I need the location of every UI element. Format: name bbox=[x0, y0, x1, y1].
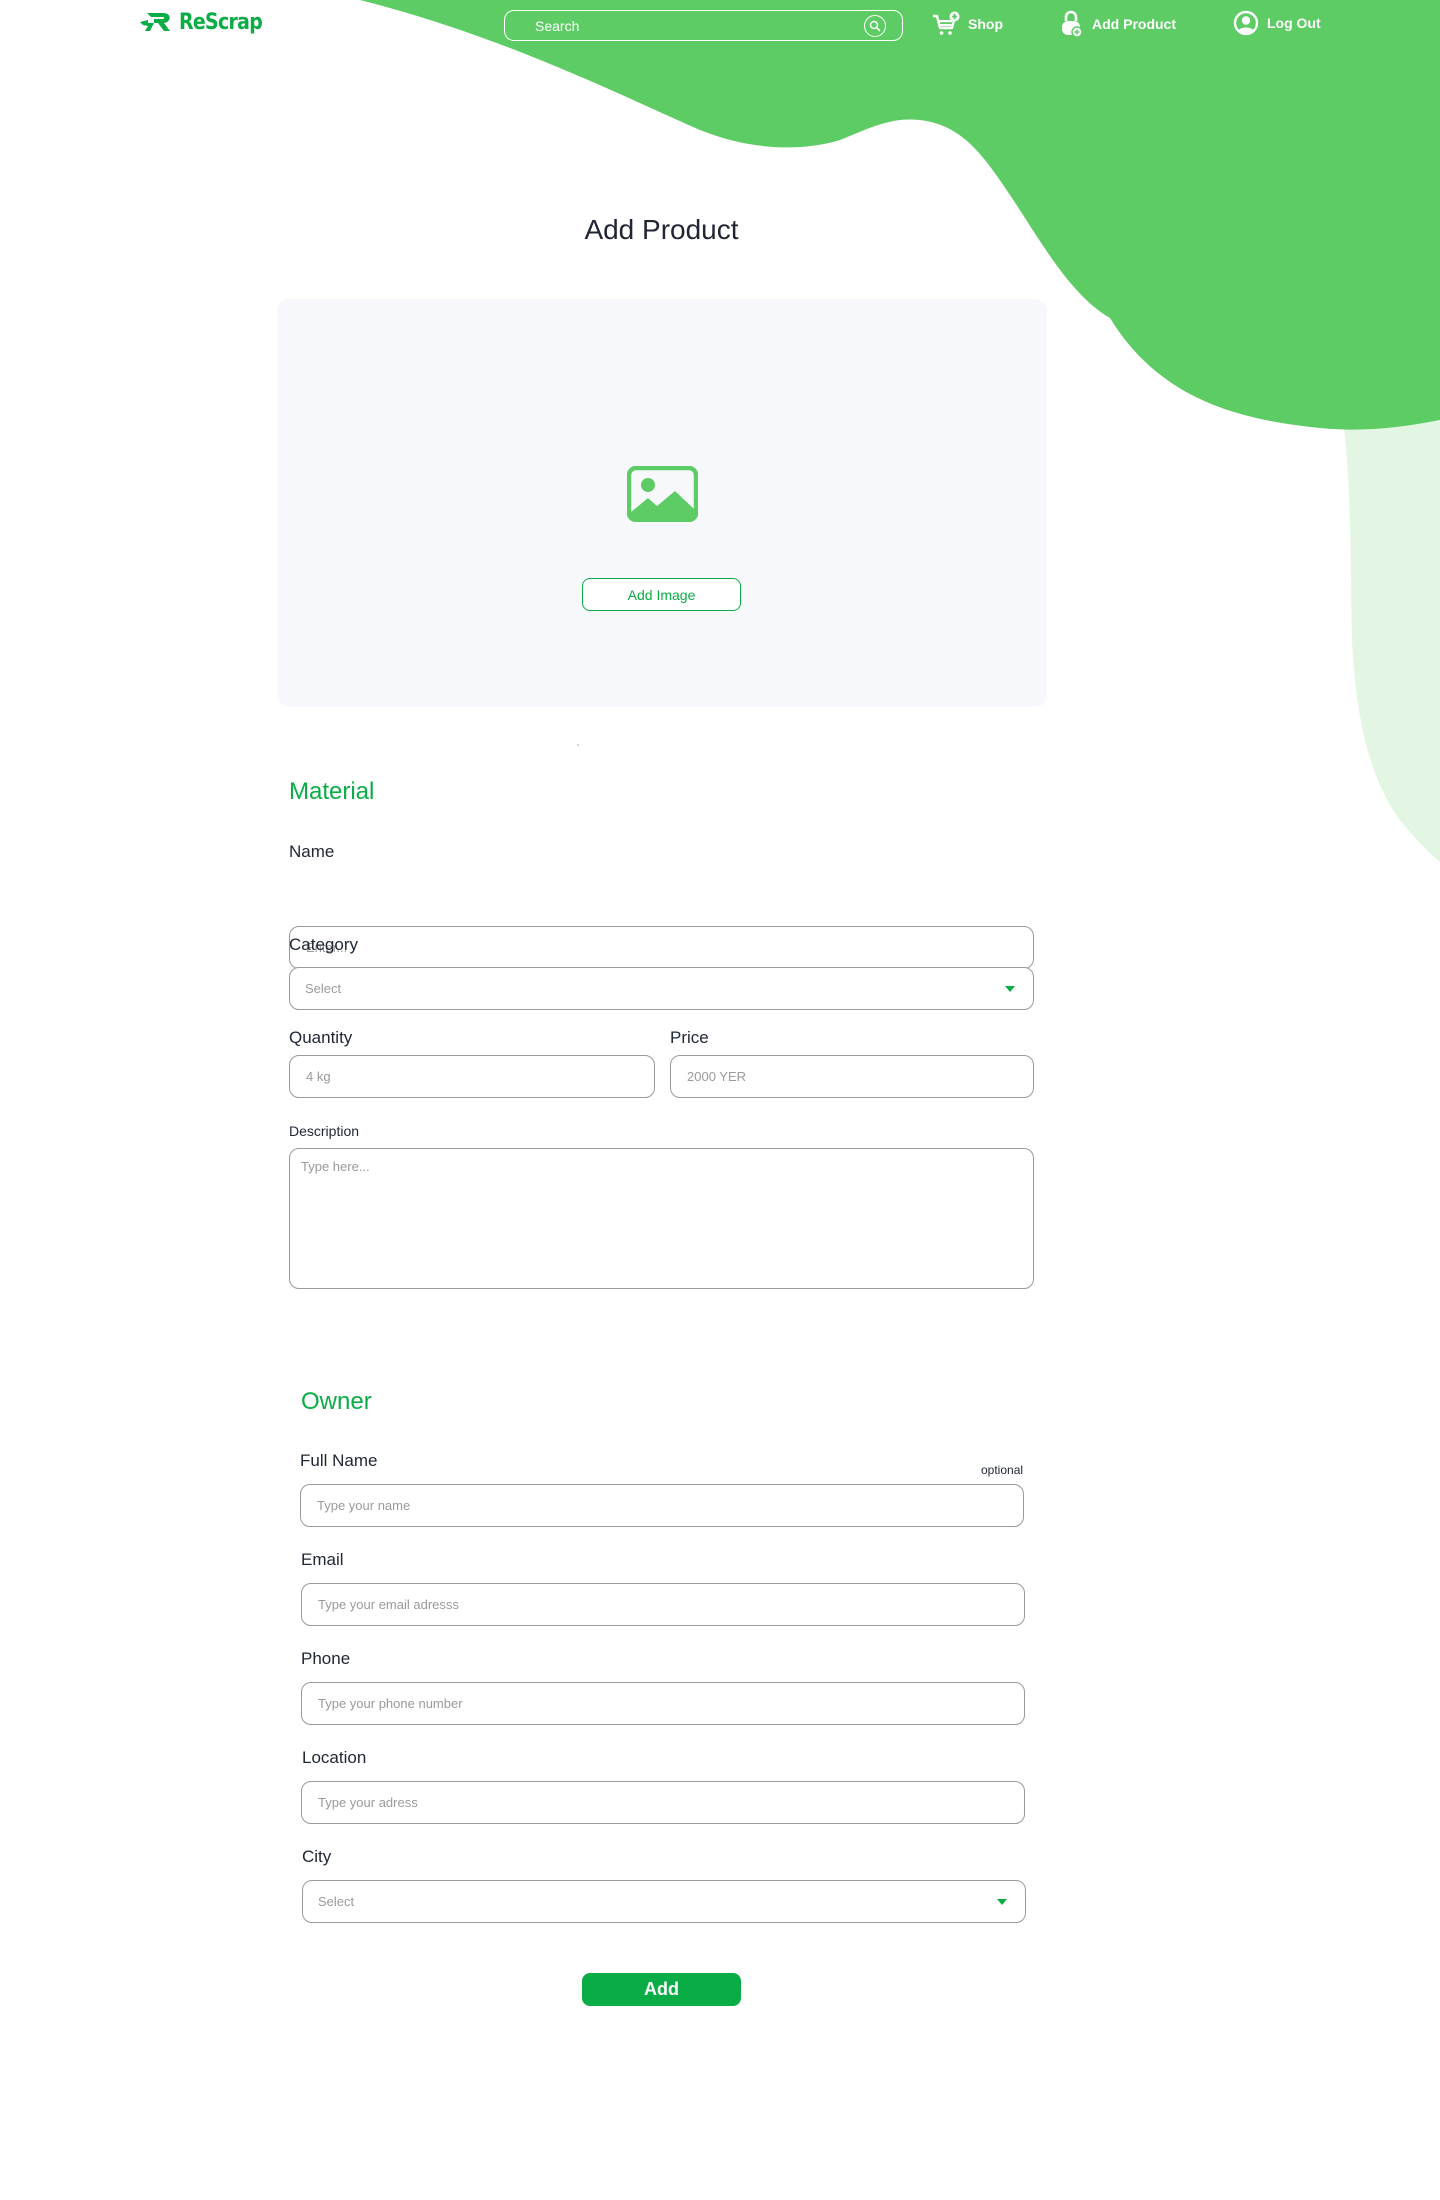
search-icon bbox=[869, 20, 881, 32]
add-product-submit-button[interactable]: Add bbox=[582, 1973, 741, 2006]
location-input[interactable] bbox=[301, 1781, 1025, 1824]
image-upload-area[interactable]: Add Image bbox=[277, 299, 1047, 707]
email-input[interactable] bbox=[301, 1583, 1025, 1626]
name-label: Name bbox=[289, 842, 335, 861]
user-circle-icon bbox=[1233, 10, 1259, 36]
caret-down-icon bbox=[997, 1899, 1007, 1905]
material-name-input[interactable] bbox=[289, 926, 1034, 969]
category-select-value: Select bbox=[305, 981, 342, 996]
page-title: Add Product bbox=[584, 214, 739, 245]
city-select-value: Select bbox=[318, 1894, 355, 1909]
phone-label: Phone bbox=[301, 1649, 351, 1668]
search-bar bbox=[504, 10, 903, 41]
logo-text: ReScrap bbox=[179, 9, 263, 35]
image-icon bbox=[627, 466, 698, 522]
nav-log-out[interactable]: Log Out bbox=[1233, 8, 1321, 38]
cart-plus-icon bbox=[933, 11, 960, 35]
price-label: Price bbox=[670, 1028, 709, 1047]
stray-dot bbox=[577, 744, 579, 746]
light-green-blob bbox=[1340, 400, 1440, 862]
optional-hint: optional bbox=[981, 1463, 1024, 1477]
search-button[interactable] bbox=[864, 15, 886, 37]
city-select[interactable]: Select bbox=[302, 1880, 1026, 1923]
logo-mark-icon bbox=[140, 13, 170, 31]
location-label: Location bbox=[302, 1748, 367, 1767]
description-label: Description bbox=[289, 1123, 360, 1139]
quantity-label: Quantity bbox=[289, 1028, 353, 1047]
search-input[interactable] bbox=[535, 11, 855, 40]
nav-add-product-label: Add Product bbox=[1092, 16, 1176, 32]
caret-down-icon bbox=[1005, 986, 1015, 992]
quantity-input[interactable] bbox=[289, 1055, 655, 1098]
city-label: City bbox=[302, 1847, 332, 1866]
material-heading: Material bbox=[289, 778, 375, 805]
add-image-button[interactable]: Add Image bbox=[582, 578, 741, 611]
owner-heading: Owner bbox=[301, 1388, 372, 1415]
price-input[interactable] bbox=[670, 1055, 1034, 1098]
full-name-label: Full Name bbox=[300, 1451, 378, 1470]
category-label: Category bbox=[289, 935, 358, 954]
full-name-input[interactable] bbox=[300, 1484, 1024, 1527]
nav-shop-label: Shop bbox=[968, 16, 1003, 32]
nav-add-product[interactable]: Add Product bbox=[1060, 9, 1176, 39]
bag-plus-icon bbox=[1062, 10, 1083, 38]
nav-shop[interactable]: Shop bbox=[932, 9, 1003, 39]
category-select[interactable]: Select bbox=[289, 967, 1034, 1010]
rescrap-logo[interactable]: ReScrap bbox=[139, 9, 276, 35]
email-label: Email bbox=[301, 1550, 344, 1569]
nav-log-out-label: Log Out bbox=[1267, 15, 1321, 31]
description-textarea[interactable] bbox=[289, 1148, 1034, 1289]
phone-input[interactable] bbox=[301, 1682, 1025, 1725]
